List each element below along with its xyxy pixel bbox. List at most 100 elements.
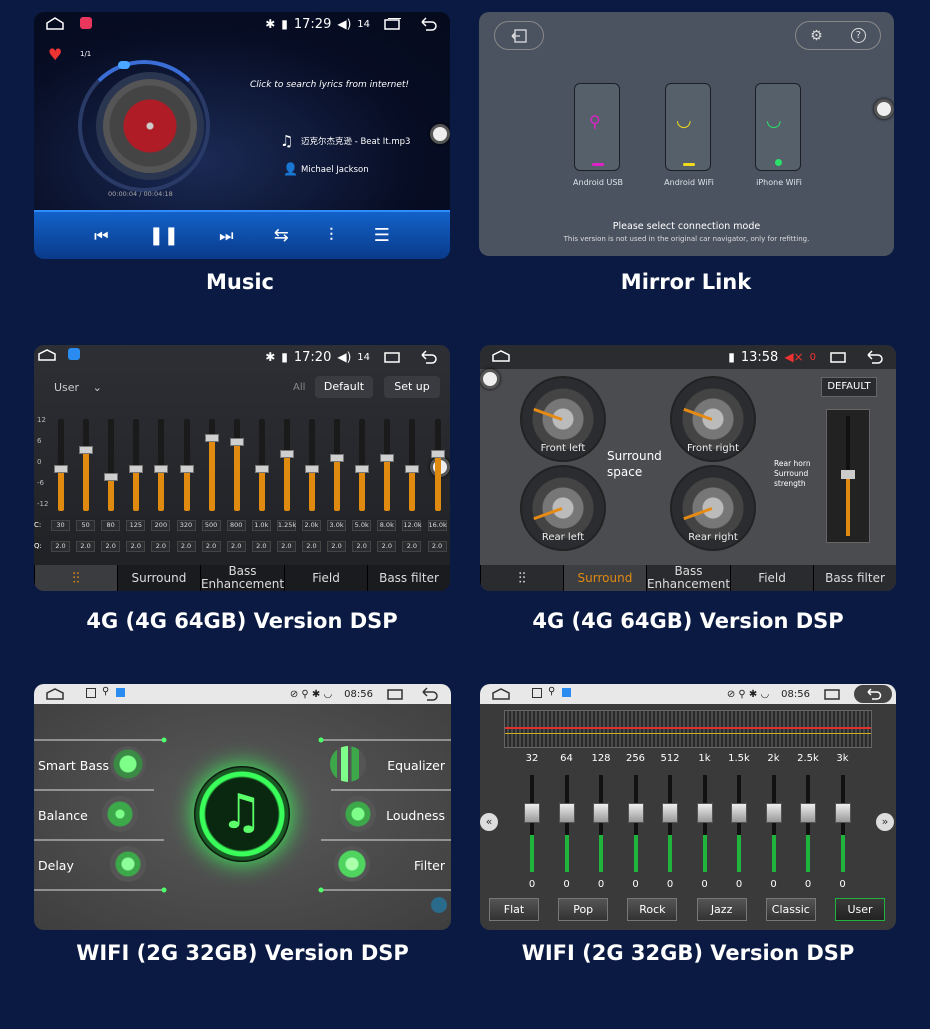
eq-slider[interactable]	[129, 419, 144, 511]
lyrics-search-link[interactable]: Click to search lyrics from internet!	[250, 80, 409, 90]
balance-icon[interactable]	[102, 796, 138, 832]
eq-slider[interactable]	[279, 419, 294, 511]
eq-slider[interactable]	[380, 419, 395, 511]
freq-label[interactable]: 125	[126, 520, 146, 531]
prev-page-icon[interactable]: «	[480, 813, 498, 831]
tab-bass-filter[interactable]: Bass filter	[367, 565, 450, 591]
gear-icon[interactable]: ⚙	[810, 28, 823, 44]
freq-label[interactable]: 30	[51, 520, 70, 531]
next-page-icon[interactable]: »	[876, 813, 894, 831]
band-slider[interactable]	[627, 775, 644, 872]
next-icon[interactable]: ⏭	[219, 226, 233, 246]
band-slider[interactable]	[834, 775, 851, 872]
equalizer-icon[interactable]	[330, 746, 366, 782]
eq-slider[interactable]	[54, 419, 68, 511]
pause-icon[interactable]: ❚❚	[149, 225, 179, 246]
favorite-heart-icon[interactable]: ♥	[48, 45, 62, 64]
volume-icon[interactable]: ◀)	[337, 350, 351, 364]
eq-slider[interactable]	[204, 419, 219, 511]
band-slider[interactable]	[524, 775, 540, 872]
setup-button[interactable]: Set up	[384, 376, 440, 398]
freq-label[interactable]: 500	[201, 520, 221, 531]
band-slider[interactable]	[765, 775, 782, 872]
eq-slider[interactable]	[330, 419, 345, 511]
music-center-button[interactable]: ♫	[194, 766, 290, 862]
q-label[interactable]: 2.0	[201, 541, 221, 552]
tab-surround[interactable]: Surround	[562, 565, 646, 591]
q-label[interactable]: 2.0	[276, 541, 296, 552]
side-handle[interactable]	[430, 124, 450, 144]
tab-field[interactable]: Field	[284, 565, 367, 591]
q-label[interactable]: 2.0	[151, 541, 171, 552]
smart-bass-icon[interactable]	[110, 746, 146, 782]
home-icon[interactable]	[492, 350, 510, 362]
eq-slider[interactable]	[405, 419, 420, 511]
freq-label[interactable]: 200	[151, 520, 171, 531]
tab-all[interactable]: All	[293, 382, 305, 393]
freq-label[interactable]: 16.0k	[427, 520, 447, 531]
mute-icon[interactable]: ◀×	[784, 350, 803, 364]
q-label[interactable]: 2.0	[101, 541, 121, 552]
previous-icon[interactable]: ⏮	[94, 226, 108, 246]
mode-iphone-wifi[interactable]: ◡ iPhone WiFi	[755, 83, 802, 187]
preset-flat[interactable]: Flat	[489, 898, 539, 921]
equalizer-icon[interactable]: ⫶	[329, 225, 334, 246]
progress-dot[interactable]	[118, 61, 130, 69]
recent-apps-icon[interactable]	[384, 351, 402, 363]
q-label[interactable]: 2.0	[427, 541, 447, 552]
freq-label[interactable]: 50	[76, 520, 96, 531]
freq-label[interactable]: 12.0k	[402, 520, 422, 531]
band-slider[interactable]	[593, 775, 609, 872]
app-icon[interactable]	[68, 348, 80, 360]
preset-user[interactable]: User	[835, 898, 885, 921]
q-label[interactable]: 2.0	[251, 541, 271, 552]
filter-icon[interactable]	[334, 846, 370, 882]
repeat-icon[interactable]: ⇆	[274, 225, 289, 246]
q-label[interactable]: 2.0	[327, 541, 347, 552]
balance-label[interactable]: Balance	[38, 808, 88, 823]
recent-apps-icon[interactable]	[824, 688, 842, 700]
eq-slider[interactable]	[430, 419, 445, 511]
tab-equalizer[interactable]: ⫶⫶	[480, 565, 563, 591]
q-label[interactable]: 2.0	[377, 541, 397, 552]
back-icon[interactable]	[418, 17, 438, 31]
preset-rock[interactable]: Rock	[627, 898, 678, 921]
filter-label[interactable]: Filter	[414, 858, 445, 873]
preset-select[interactable]: User ⌄	[54, 381, 102, 394]
preset-classic[interactable]: Classic	[765, 898, 816, 921]
tab-bass-enhancement[interactable]: Bass Enhancement	[199, 565, 284, 591]
freq-label[interactable]: 3.0k	[327, 520, 347, 531]
band-slider[interactable]	[662, 775, 678, 872]
freq-label[interactable]: 800	[226, 520, 246, 531]
eq-slider[interactable]	[179, 419, 194, 511]
strength-slider[interactable]	[826, 409, 870, 543]
default-button[interactable]: DEFAULT	[821, 377, 877, 397]
band-slider[interactable]	[696, 775, 713, 872]
freq-label[interactable]: 8.0k	[377, 520, 397, 531]
loudness-icon[interactable]	[340, 796, 376, 832]
smart-bass-label[interactable]: Smart Bass	[38, 758, 109, 773]
freq-label[interactable]: 320	[176, 520, 196, 531]
eq-slider[interactable]	[355, 419, 370, 511]
mode-android-wifi[interactable]: ◡ Android WiFi	[664, 83, 714, 187]
tab-surround[interactable]: Surround	[116, 565, 200, 591]
preset-jazz[interactable]: Jazz	[696, 898, 747, 921]
eq-slider[interactable]	[305, 419, 319, 511]
preset-pop[interactable]: Pop	[558, 898, 609, 921]
q-label[interactable]: 2.0	[402, 541, 422, 552]
recent-apps-icon[interactable]	[384, 18, 402, 30]
q-label[interactable]: 2.0	[302, 541, 321, 552]
back-icon[interactable]	[864, 350, 884, 364]
playlist-icon[interactable]: ☰	[374, 225, 390, 246]
band-slider[interactable]	[731, 775, 747, 872]
freq-label[interactable]: 1.25k	[276, 520, 296, 531]
eq-slider[interactable]	[254, 419, 269, 511]
q-label[interactable]: 2.0	[126, 541, 146, 552]
delay-icon[interactable]	[110, 846, 146, 882]
loudness-label[interactable]: Loudness	[386, 808, 445, 823]
freq-label[interactable]: 2.0k	[302, 520, 321, 531]
q-label[interactable]: 2.0	[352, 541, 372, 552]
app-music-icon[interactable]	[80, 17, 92, 29]
eq-slider[interactable]	[104, 419, 119, 511]
default-button[interactable]: Default	[315, 376, 373, 398]
